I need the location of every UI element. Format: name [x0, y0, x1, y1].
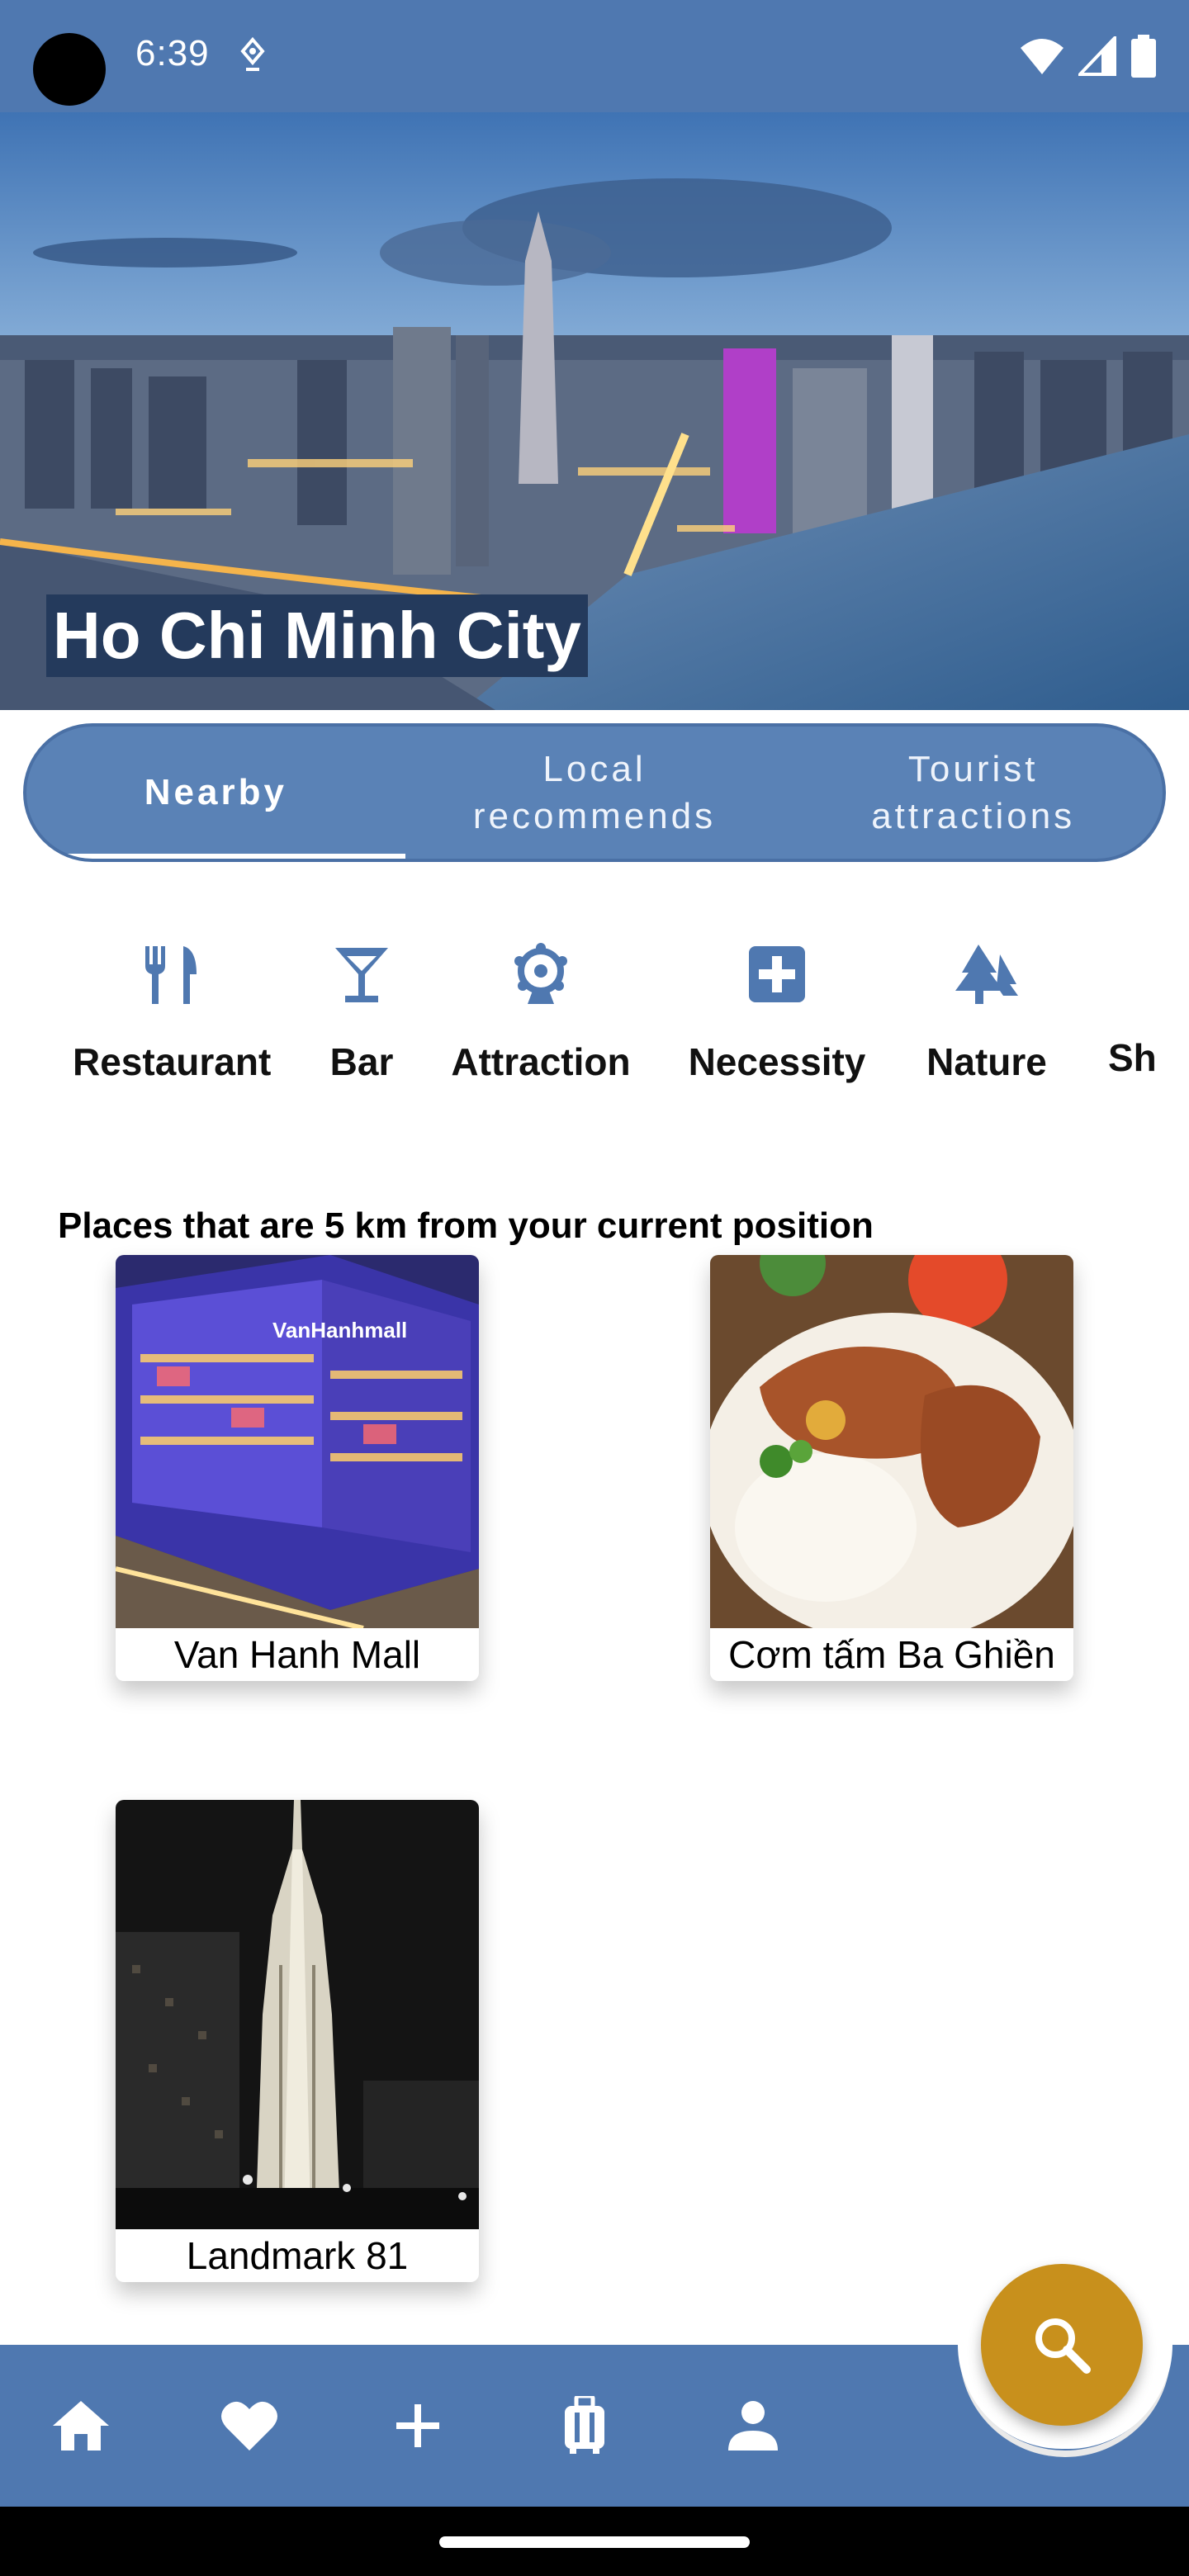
nav-home[interactable] [46, 2391, 116, 2460]
city-title: Ho Chi Minh City [46, 594, 588, 677]
category-list: Restaurant Bar Attraction Necessity Natu… [0, 941, 1189, 1106]
tab-nearby[interactable]: Nearby [26, 727, 405, 859]
home-icon [53, 2401, 109, 2451]
heart-icon [221, 2401, 277, 2451]
nav-trips[interactable] [550, 2391, 619, 2460]
battery-icon [1131, 35, 1156, 78]
place-card-van-hanh-mall[interactable]: VanHanhmall Van Hanh Mall [116, 1255, 479, 1681]
nav-add[interactable] [383, 2391, 452, 2460]
location-icon [240, 36, 265, 71]
luggage-icon [565, 2396, 604, 2454]
status-time: 6:39 [135, 33, 210, 73]
attraction-icon [514, 943, 567, 1004]
mall-sign: VanHanhmall [272, 1318, 407, 1342]
search-fab[interactable] [981, 2264, 1143, 2426]
category-bar[interactable]: Bar [312, 941, 411, 1084]
category-nature[interactable]: Nature [917, 941, 1057, 1084]
place-name: Cơm tấm Ba Ghiền [728, 1633, 1055, 1676]
place-tabs: Nearby Local recommends Tourist attracti… [23, 723, 1166, 862]
tab-label: Local recommends [472, 748, 717, 836]
home-gesture-handle[interactable] [439, 2536, 750, 2548]
camera-cutout [33, 33, 106, 106]
category-label: Sh [1108, 1036, 1157, 1079]
tab-tourist-attractions[interactable]: Tourist attractions [784, 727, 1163, 859]
nature-icon [955, 945, 1018, 1004]
category-label: Attraction [451, 1040, 631, 1083]
status-bar: 6:39 [0, 0, 1189, 112]
place-card-com-tam-ba-ghien[interactable]: Cơm tấm Ba Ghiền [710, 1255, 1073, 1681]
necessity-icon [749, 946, 805, 1002]
nav-profile[interactable] [718, 2391, 788, 2460]
category-restaurant[interactable]: Restaurant [73, 941, 271, 1084]
nav-favorites[interactable] [215, 2391, 284, 2460]
nearby-heading: Places that are 5 km from your current p… [58, 1205, 874, 1246]
wifi-icon [1021, 39, 1063, 74]
category-more[interactable]: Sh [1108, 941, 1189, 1080]
category-label: Restaurant [73, 1040, 272, 1083]
category-label: Nature [926, 1040, 1047, 1083]
place-name: Van Hanh Mall [173, 1633, 421, 1676]
place-name: Landmark 81 [186, 2234, 409, 2277]
city-hero-image: Ho Chi Minh City [0, 112, 1189, 710]
category-label: Bar [329, 1040, 394, 1083]
place-image [116, 1800, 479, 2229]
search-icon [1035, 2318, 1091, 2374]
category-necessity[interactable]: Necessity [682, 941, 872, 1084]
category-attraction[interactable]: Attraction [446, 941, 636, 1084]
tab-label: Nearby [144, 772, 287, 813]
place-image: VanHanhmall [116, 1255, 479, 1628]
place-image [710, 1255, 1073, 1628]
category-label: Necessity [688, 1040, 866, 1083]
bar-icon [335, 948, 388, 1002]
restaurant-icon [145, 946, 197, 1004]
tab-local-recommends[interactable]: Local recommends [405, 727, 784, 859]
tab-label: Tourist attractions [871, 748, 1076, 836]
person-icon [728, 2401, 778, 2451]
place-card-landmark-81[interactable]: Landmark 81 [116, 1800, 479, 2282]
signal-icon [1078, 36, 1116, 76]
plus-icon [396, 2404, 439, 2447]
